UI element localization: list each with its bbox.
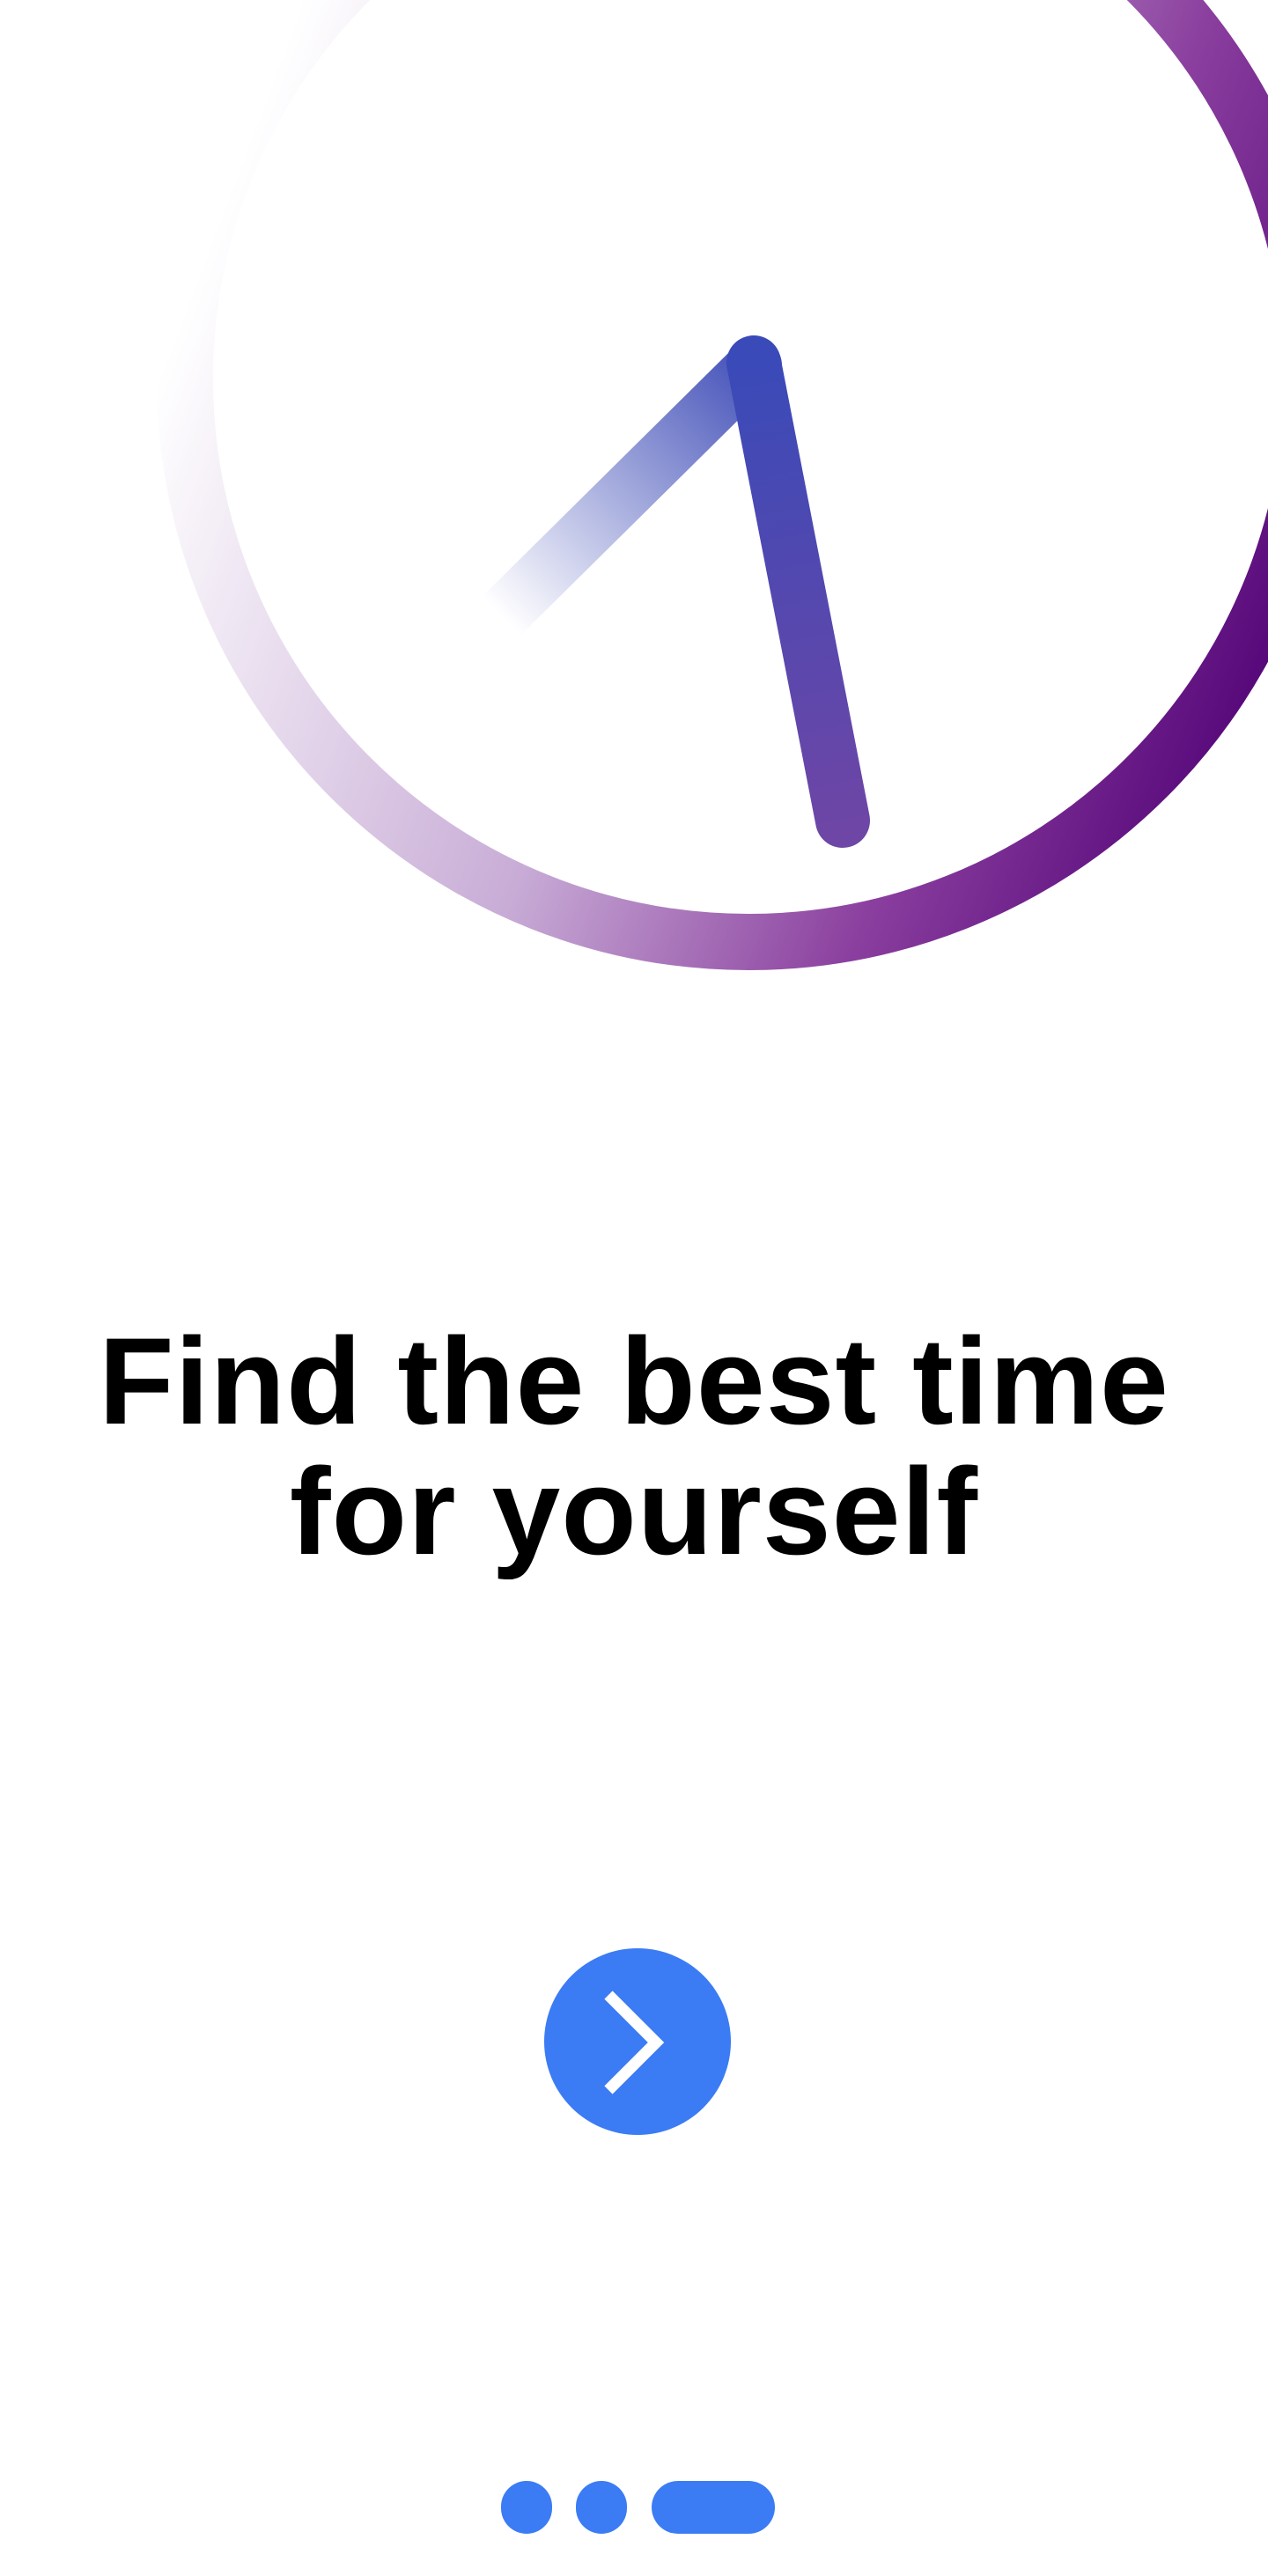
- page-title-line-1: Find the best time: [99, 1312, 1169, 1450]
- page-dot-1[interactable]: [501, 2481, 552, 2534]
- page-title: Find the best time for yourself: [0, 1316, 1268, 1577]
- clock-hour-hand: [476, 338, 782, 641]
- page-dot-3-active[interactable]: [652, 2481, 775, 2534]
- page-dot-2[interactable]: [576, 2481, 627, 2534]
- chevron-right-icon: [604, 1991, 665, 2094]
- clock-icon: [157, 0, 1268, 970]
- clock-ring: [157, 0, 1268, 970]
- clock-minute-hand: [726, 335, 870, 848]
- next-button[interactable]: [544, 1948, 731, 2135]
- page-title-line-2: for yourself: [289, 1442, 979, 1580]
- pagination-indicator: [0, 2481, 1268, 2534]
